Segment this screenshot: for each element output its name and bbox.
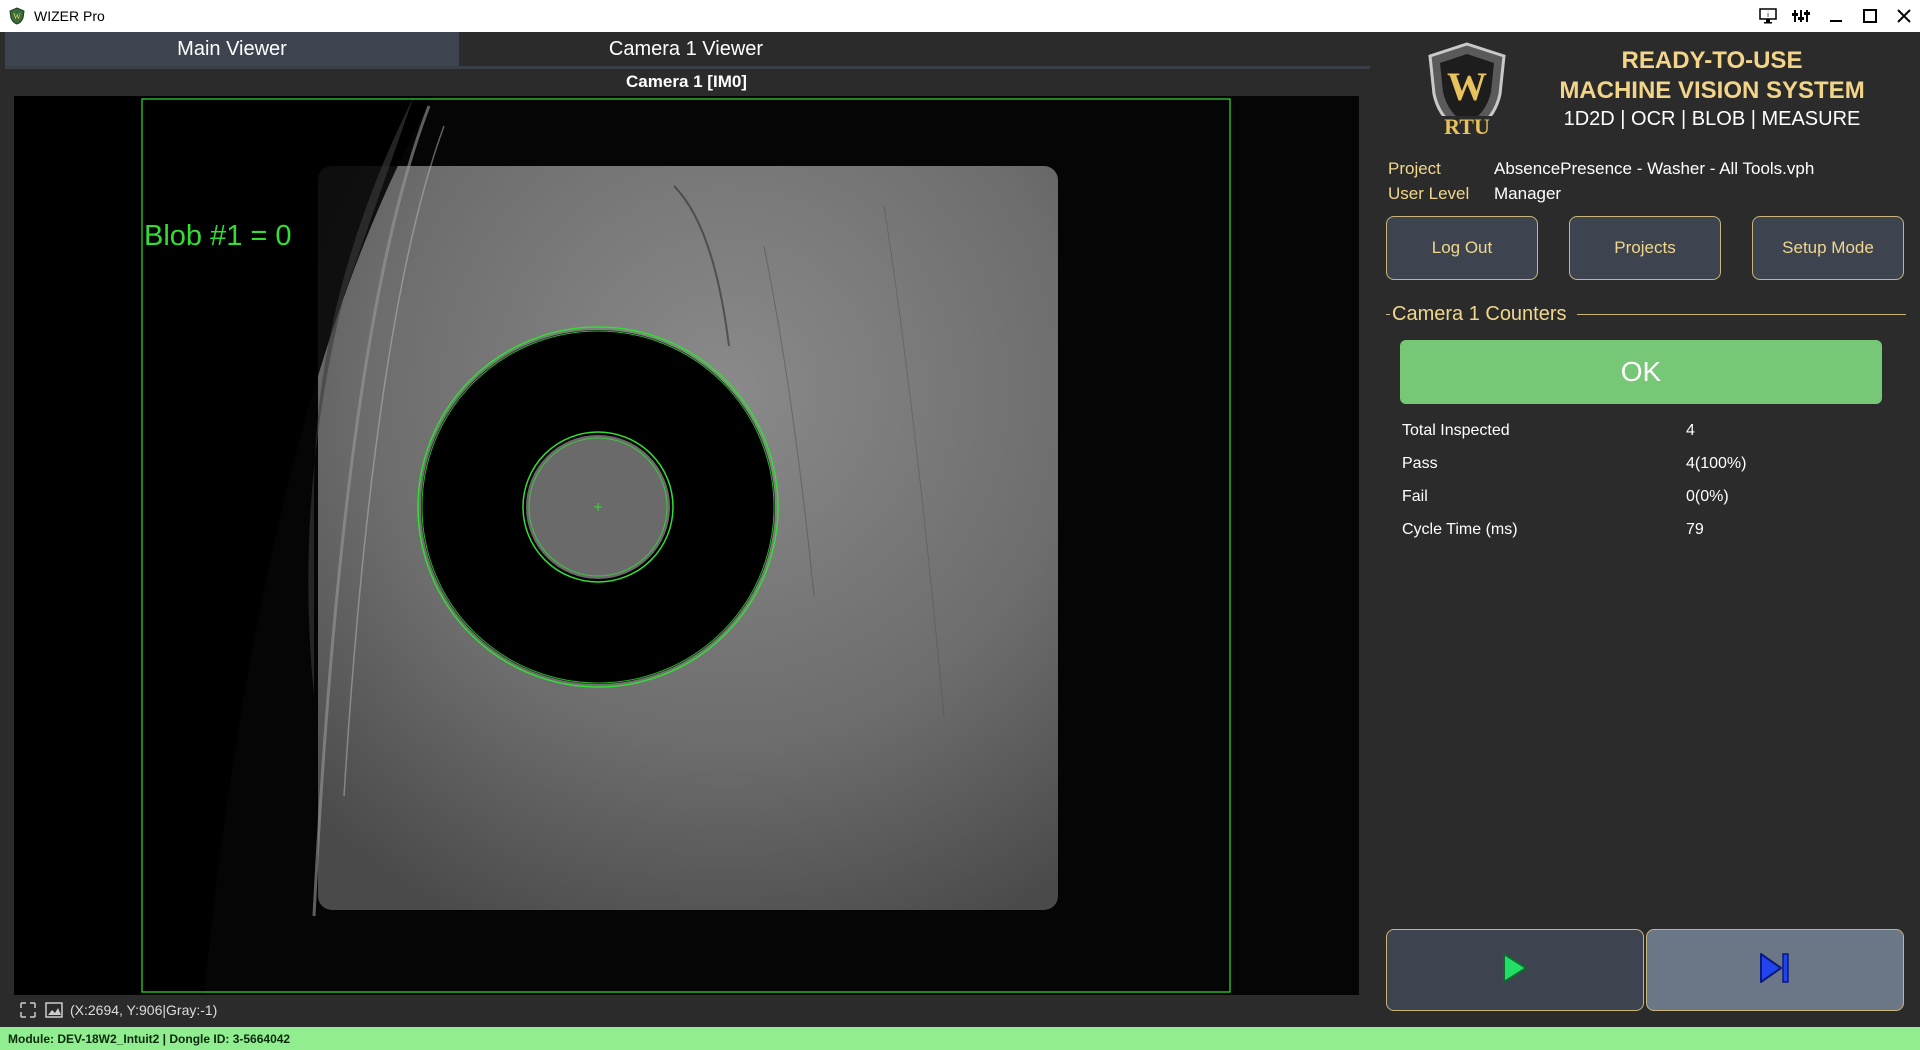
counter-value: 79 xyxy=(1686,520,1704,538)
tab-camera-1-viewer[interactable]: Camera 1 Viewer xyxy=(459,32,913,66)
setup-mode-button[interactable]: Setup Mode xyxy=(1752,216,1904,280)
counter-value: 0(0%) xyxy=(1686,487,1729,505)
counter-label: Fail xyxy=(1402,487,1428,505)
brand-headline: READY-TO-USE MACHINE VISION SYSTEM xyxy=(1542,46,1882,106)
image-icon[interactable] xyxy=(44,1001,64,1019)
counter-row: Cycle Time (ms) 79 xyxy=(1402,513,1882,546)
svg-text:i: i xyxy=(1767,12,1769,19)
camera-label: Camera 1 [IM0] xyxy=(626,72,747,91)
logout-button[interactable]: Log Out xyxy=(1386,216,1538,280)
svg-text:RTU: RTU xyxy=(1444,114,1490,138)
settings-icon[interactable] xyxy=(1792,6,1812,26)
counter-row: Fail 0(0%) xyxy=(1402,480,1882,513)
module-status-bar: Module: DEV-18W2_Intuit2 | Dongle ID: 3-… xyxy=(0,1027,1920,1050)
counter-row: Total Inspected 4 xyxy=(1402,414,1882,447)
brand-tools: 1D2D | OCR | BLOB | MEASURE xyxy=(1563,108,1861,130)
counters-table: Total Inspected 4 Pass 4(100%) Fail 0(0%… xyxy=(1402,414,1882,546)
counter-row: Pass 4(100%) xyxy=(1402,447,1882,480)
brand-line-2: MACHINE VISION SYSTEM xyxy=(1559,77,1865,104)
project-info: Project AbsencePresence - Washer - All T… xyxy=(1388,156,1814,206)
counter-label: Pass xyxy=(1402,454,1438,472)
tab-underline xyxy=(5,66,1370,69)
close-icon[interactable] xyxy=(1894,6,1914,26)
project-label: Project xyxy=(1388,159,1441,178)
user-level-label: User Level xyxy=(1388,184,1470,203)
project-value: AbsencePresence - Washer - All Tools.vph xyxy=(1494,159,1815,178)
cursor-coordinates: (X:2694, Y:906|Gray:-1) xyxy=(70,1002,218,1018)
window-title: WIZER Pro xyxy=(34,8,105,24)
counter-value: 4(100%) xyxy=(1686,454,1747,472)
counter-value: 4 xyxy=(1686,421,1695,439)
right-panel: W RTU READY-TO-USE MACHINE VISION SYSTEM… xyxy=(1372,32,1920,1027)
user-level-value: Manager xyxy=(1494,184,1562,203)
monitor-icon[interactable]: i xyxy=(1758,6,1778,26)
counters-header: Camera 1 Counters xyxy=(1386,300,1906,328)
step-button[interactable] xyxy=(1646,929,1904,1011)
tab-main-viewer[interactable]: Main Viewer xyxy=(5,32,459,66)
minimize-icon[interactable] xyxy=(1826,6,1846,26)
projects-button[interactable]: Projects xyxy=(1569,216,1721,280)
brand-line-1: READY-TO-USE xyxy=(1621,47,1803,74)
step-forward-icon xyxy=(1757,950,1793,991)
viewer-status-line: (X:2694, Y:906|Gray:-1) xyxy=(18,998,217,1022)
title-bar: W WIZER Pro i xyxy=(0,0,1920,32)
viewer-tabs: Main Viewer Camera 1 Viewer xyxy=(5,32,1370,68)
app-shield-icon: W xyxy=(8,7,26,25)
counters-title: Camera 1 Counters xyxy=(1392,302,1567,325)
camera-image-viewport[interactable]: Blob #1 = 0 xyxy=(14,96,1359,995)
play-icon xyxy=(1500,951,1530,990)
counter-label: Total Inspected xyxy=(1402,421,1510,439)
svg-text:W: W xyxy=(1447,64,1487,109)
run-button[interactable] xyxy=(1386,929,1644,1011)
fit-view-icon[interactable] xyxy=(18,1001,38,1019)
blob-result-text: Blob #1 = 0 xyxy=(144,220,292,252)
counter-label: Cycle Time (ms) xyxy=(1402,520,1518,538)
svg-text:W: W xyxy=(13,12,21,21)
maximize-icon[interactable] xyxy=(1860,6,1880,26)
inspection-status-badge: OK xyxy=(1400,340,1882,404)
rtu-shield-logo: W RTU xyxy=(1424,42,1510,139)
